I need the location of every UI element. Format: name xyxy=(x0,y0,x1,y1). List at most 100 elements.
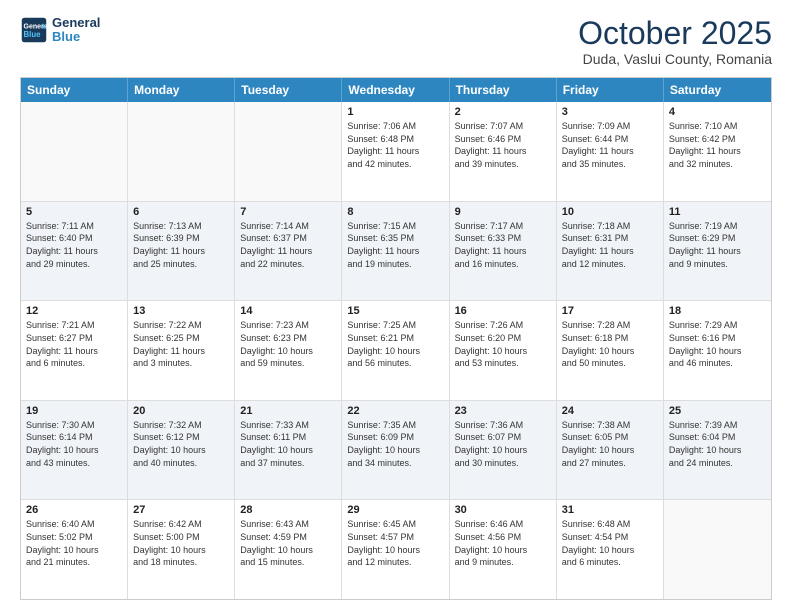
day-number: 27 xyxy=(133,504,229,516)
col-header-wednesday: Wednesday xyxy=(342,78,449,102)
day-info: Sunrise: 7:39 AM Sunset: 6:04 PM Dayligh… xyxy=(669,419,766,469)
col-header-sunday: Sunday xyxy=(21,78,128,102)
col-header-thursday: Thursday xyxy=(450,78,557,102)
day-number: 1 xyxy=(347,106,443,118)
day-number: 17 xyxy=(562,305,658,317)
day-number: 28 xyxy=(240,504,336,516)
day-info: Sunrise: 7:13 AM Sunset: 6:39 PM Dayligh… xyxy=(133,220,229,270)
day-number: 15 xyxy=(347,305,443,317)
day-info: Sunrise: 7:30 AM Sunset: 6:14 PM Dayligh… xyxy=(26,419,122,469)
day-info: Sunrise: 7:10 AM Sunset: 6:42 PM Dayligh… xyxy=(669,120,766,170)
day-number: 2 xyxy=(455,106,551,118)
day-info: Sunrise: 7:26 AM Sunset: 6:20 PM Dayligh… xyxy=(455,319,551,369)
logo-icon: General Blue xyxy=(20,16,48,44)
cal-day-9: 9 Sunrise: 7:17 AM Sunset: 6:33 PM Daylig… xyxy=(450,202,557,301)
cal-day-23: 23 Sunrise: 7:36 AM Sunset: 6:07 PM Dayli… xyxy=(450,401,557,500)
calendar-body: 1Sunrise: 7:06 AM Sunset: 6:48 PM Daylig… xyxy=(21,102,771,599)
day-number: 20 xyxy=(133,405,229,417)
calendar: SundayMondayTuesdayWednesdayThursdayFrid… xyxy=(20,77,772,600)
cal-day-29: 29 Sunrise: 6:45 AM Sunset: 4:57 PM Dayli… xyxy=(342,500,449,599)
day-number: 10 xyxy=(562,206,658,218)
day-info: Sunrise: 6:48 AM Sunset: 4:54 PM Dayligh… xyxy=(562,518,658,568)
day-info: Sunrise: 6:45 AM Sunset: 4:57 PM Dayligh… xyxy=(347,518,443,568)
cal-day-30: 30 Sunrise: 6:46 AM Sunset: 4:56 PM Dayli… xyxy=(450,500,557,599)
day-number: 6 xyxy=(133,206,229,218)
cal-day-18: 18Sunrise: 7:29 AM Sunset: 6:16 PM Dayli… xyxy=(664,301,771,400)
day-number: 24 xyxy=(562,405,658,417)
cal-day-25: 25 Sunrise: 7:39 AM Sunset: 6:04 PM Dayli… xyxy=(664,401,771,500)
day-number: 16 xyxy=(455,305,551,317)
day-number: 3 xyxy=(562,106,658,118)
day-number: 8 xyxy=(347,206,443,218)
day-number: 5 xyxy=(26,206,122,218)
page: General Blue General Blue October 2025 D… xyxy=(0,0,792,612)
cal-empty-4-6 xyxy=(664,500,771,599)
day-number: 9 xyxy=(455,206,551,218)
day-number: 19 xyxy=(26,405,122,417)
day-number: 21 xyxy=(240,405,336,417)
cal-day-31: 31 Sunrise: 6:48 AM Sunset: 4:54 PM Dayli… xyxy=(557,500,664,599)
day-info: Sunrise: 7:17 AM Sunset: 6:33 PM Dayligh… xyxy=(455,220,551,270)
day-number: 12 xyxy=(26,305,122,317)
day-number: 31 xyxy=(562,504,658,516)
cal-week-0: 1Sunrise: 7:06 AM Sunset: 6:48 PM Daylig… xyxy=(21,102,771,202)
cal-empty-0-1 xyxy=(128,102,235,201)
day-number: 23 xyxy=(455,405,551,417)
day-info: Sunrise: 7:23 AM Sunset: 6:23 PM Dayligh… xyxy=(240,319,336,369)
day-info: Sunrise: 7:22 AM Sunset: 6:25 PM Dayligh… xyxy=(133,319,229,369)
cal-week-2: 12Sunrise: 7:21 AM Sunset: 6:27 PM Dayli… xyxy=(21,301,771,401)
cal-day-17: 17 Sunrise: 7:28 AM Sunset: 6:18 PM Dayli… xyxy=(557,301,664,400)
cal-day-19: 19 Sunrise: 7:30 AM Sunset: 6:14 PM Dayli… xyxy=(21,401,128,500)
col-header-tuesday: Tuesday xyxy=(235,78,342,102)
day-number: 25 xyxy=(669,405,766,417)
day-number: 14 xyxy=(240,305,336,317)
day-info: Sunrise: 7:09 AM Sunset: 6:44 PM Dayligh… xyxy=(562,120,658,170)
day-info: Sunrise: 7:28 AM Sunset: 6:18 PM Dayligh… xyxy=(562,319,658,369)
cal-day-20: 20 Sunrise: 7:32 AM Sunset: 6:12 PM Dayli… xyxy=(128,401,235,500)
day-info: Sunrise: 6:46 AM Sunset: 4:56 PM Dayligh… xyxy=(455,518,551,568)
day-number: 13 xyxy=(133,305,229,317)
cal-day-10: 10 Sunrise: 7:18 AM Sunset: 6:31 PM Dayli… xyxy=(557,202,664,301)
day-info: Sunrise: 7:35 AM Sunset: 6:09 PM Dayligh… xyxy=(347,419,443,469)
cal-week-1: 5 Sunrise: 7:11 AM Sunset: 6:40 PM Daylig… xyxy=(21,202,771,302)
cal-day-7: 7Sunrise: 7:14 AM Sunset: 6:37 PM Daylig… xyxy=(235,202,342,301)
cal-week-3: 19 Sunrise: 7:30 AM Sunset: 6:14 PM Dayli… xyxy=(21,401,771,501)
cal-day-3: 3 Sunrise: 7:09 AM Sunset: 6:44 PM Daylig… xyxy=(557,102,664,201)
cal-empty-0-0 xyxy=(21,102,128,201)
day-info: Sunrise: 7:29 AM Sunset: 6:16 PM Dayligh… xyxy=(669,319,766,369)
col-header-friday: Friday xyxy=(557,78,664,102)
day-number: 29 xyxy=(347,504,443,516)
day-info: Sunrise: 7:32 AM Sunset: 6:12 PM Dayligh… xyxy=(133,419,229,469)
main-title: October 2025 xyxy=(578,16,772,51)
title-block: October 2025 Duda, Vaslui County, Romani… xyxy=(578,16,772,67)
cal-day-12: 12Sunrise: 7:21 AM Sunset: 6:27 PM Dayli… xyxy=(21,301,128,400)
logo: General Blue General Blue xyxy=(20,16,100,45)
cal-day-28: 28 Sunrise: 6:43 AM Sunset: 4:59 PM Dayli… xyxy=(235,500,342,599)
cal-day-14: 14 Sunrise: 7:23 AM Sunset: 6:23 PM Dayli… xyxy=(235,301,342,400)
subtitle: Duda, Vaslui County, Romania xyxy=(578,51,772,67)
cal-day-22: 22 Sunrise: 7:35 AM Sunset: 6:09 PM Dayli… xyxy=(342,401,449,500)
day-number: 30 xyxy=(455,504,551,516)
day-info: Sunrise: 7:07 AM Sunset: 6:46 PM Dayligh… xyxy=(455,120,551,170)
day-info: Sunrise: 6:43 AM Sunset: 4:59 PM Dayligh… xyxy=(240,518,336,568)
calendar-header: SundayMondayTuesdayWednesdayThursdayFrid… xyxy=(21,78,771,102)
cal-day-13: 13 Sunrise: 7:22 AM Sunset: 6:25 PM Dayli… xyxy=(128,301,235,400)
day-number: 11 xyxy=(669,206,766,218)
logo-general: General xyxy=(52,16,100,30)
day-info: Sunrise: 7:14 AM Sunset: 6:37 PM Dayligh… xyxy=(240,220,336,270)
day-info: Sunrise: 7:18 AM Sunset: 6:31 PM Dayligh… xyxy=(562,220,658,270)
cal-day-21: 21Sunrise: 7:33 AM Sunset: 6:11 PM Dayli… xyxy=(235,401,342,500)
cal-day-26: 26 Sunrise: 6:40 AM Sunset: 5:02 PM Dayli… xyxy=(21,500,128,599)
cal-day-27: 27Sunrise: 6:42 AM Sunset: 5:00 PM Dayli… xyxy=(128,500,235,599)
day-info: Sunrise: 7:11 AM Sunset: 6:40 PM Dayligh… xyxy=(26,220,122,270)
cal-day-5: 5 Sunrise: 7:11 AM Sunset: 6:40 PM Daylig… xyxy=(21,202,128,301)
day-number: 22 xyxy=(347,405,443,417)
cal-day-8: 8Sunrise: 7:15 AM Sunset: 6:35 PM Daylig… xyxy=(342,202,449,301)
day-info: Sunrise: 7:25 AM Sunset: 6:21 PM Dayligh… xyxy=(347,319,443,369)
day-number: 26 xyxy=(26,504,122,516)
day-info: Sunrise: 7:36 AM Sunset: 6:07 PM Dayligh… xyxy=(455,419,551,469)
day-info: Sunrise: 6:40 AM Sunset: 5:02 PM Dayligh… xyxy=(26,518,122,568)
cal-day-16: 16 Sunrise: 7:26 AM Sunset: 6:20 PM Dayli… xyxy=(450,301,557,400)
cal-day-2: 2 Sunrise: 7:07 AM Sunset: 6:46 PM Daylig… xyxy=(450,102,557,201)
cal-day-1: 1Sunrise: 7:06 AM Sunset: 6:48 PM Daylig… xyxy=(342,102,449,201)
